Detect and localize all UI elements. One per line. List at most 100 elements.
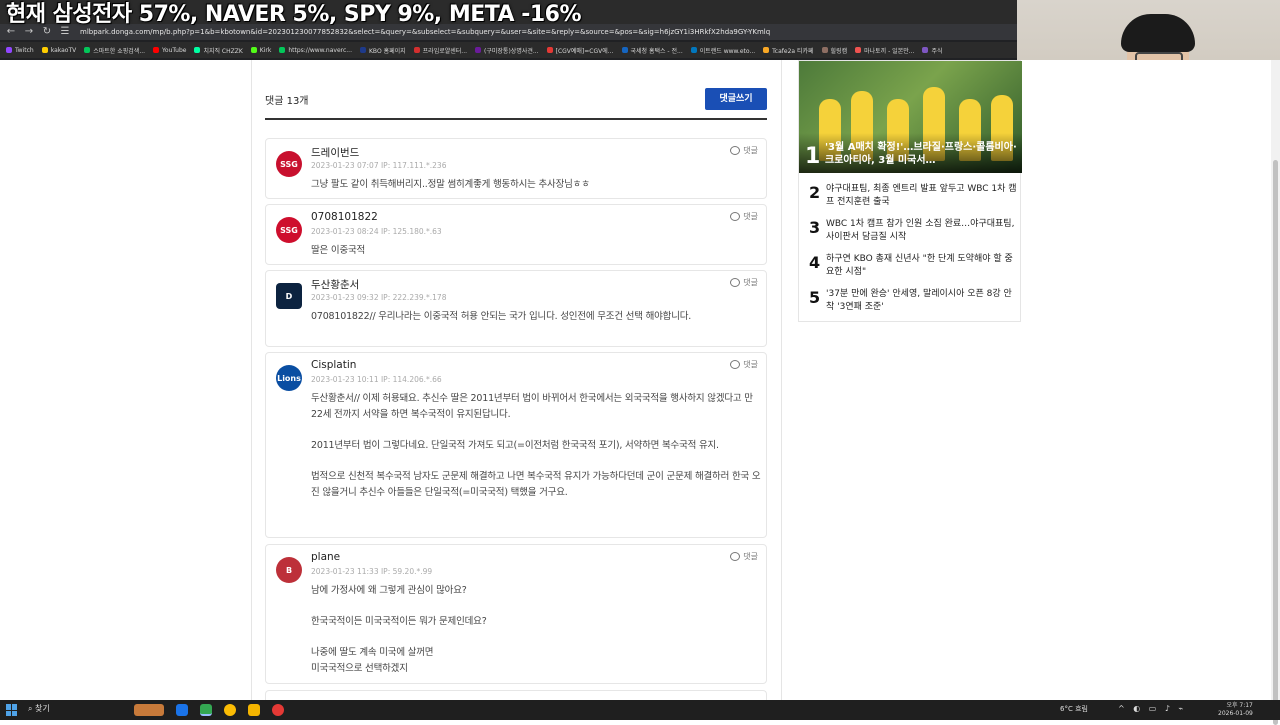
hometax-icon [621,47,628,53]
comment-meta: 2023-01-23 07:07 IP: 117.111.*.236 [311,161,447,170]
comment-author[interactable]: 두산황춘서 [311,277,359,292]
bookmark[interactable]: Twitch [6,47,34,54]
streamer-hair [1121,14,1195,52]
ranking-title[interactable]: '37분 만에 완승' 안세영, 말레이시아 오픈 8강 안착 '3연패 조준' [826,288,1018,314]
comment-item: SSG 드레이번드 2023-01-23 07:07 IP: 117.111.*… [265,138,767,199]
bookmark[interactable]: 치지직 CHZZK [194,46,243,55]
comment-meta: 2023-01-23 11:33 IP: 59.20.*.99 [311,567,433,576]
ranking-item[interactable]: 2 야구대표팀, 최종 엔트리 발표 앞두고 WBC 1차 캠프 전지훈련 출국 [809,181,1019,211]
comment-author[interactable]: Cisplatin [311,359,356,371]
comment-body: 0708101822// 우리나라는 이중국적 허용 안되는 국가 입니다. 성… [311,311,692,322]
taskbar-clock[interactable]: 오후 7:17 2026-01-09 [1218,702,1253,718]
reply-button[interactable]: 댓글 [730,359,758,370]
start-icon[interactable] [6,704,18,716]
comment-author[interactable]: 드레이번드 [311,145,359,160]
bookmark[interactable]: https://www.naverc... [279,47,352,54]
bookmark-icon [763,47,770,53]
reply-button[interactable]: 댓글 [730,145,758,156]
bookmark-icon [475,47,482,53]
shopping-icon [84,47,91,53]
comment-bubble-icon [730,146,741,155]
kbo-icon [360,47,366,53]
bookmark[interactable]: 주식 [922,46,943,55]
comment-body: 딸은 이중국적 [311,245,366,256]
kakaotv-icon [41,47,48,53]
folder-icon [922,47,929,53]
reply-button[interactable]: 댓글 [730,211,758,222]
ranking-item[interactable]: 3 WBC 1차 캠프 참가 인원 소집 완료…야구대표팀, 사이판서 담금질 … [809,216,1019,246]
page-scrollbar[interactable] [1271,60,1280,725]
rank-number: 3 [809,218,821,237]
folder-icon[interactable] [248,704,260,716]
rank-number: 5 [809,288,821,307]
top-news-title[interactable]: '3월 A매치 확정!'…브라질·프랑스·콜롬비아·크로아티아, 3월 미국서… [825,141,1017,167]
bookmark[interactable]: Kirk [250,47,271,54]
scrollbar-thumb[interactable] [1273,160,1278,725]
comment-bubble-icon [730,552,741,561]
ranking-sidebar: 1 '3월 A매치 확정!'…브라질·프랑스·콜롬비아·크로아티아, 3월 미국… [798,60,1022,322]
comment-meta: 2023-01-23 10:11 IP: 114.206.*.66 [311,375,442,384]
cgv-icon [546,47,553,53]
bookmark-icon [690,47,697,53]
kick-icon [250,47,257,53]
comment-item: Lions Cisplatin 2023-01-23 10:11 IP: 114… [265,352,767,538]
comment-item: B plane 2023-01-23 11:33 IP: 59.20.*.99 … [265,544,767,684]
bookmark[interactable]: 이트랜드 www.eto... [690,46,755,55]
ranking-item[interactable]: 5 '37분 만에 완승' 안세영, 말레이시아 오픈 8강 안착 '3연패 조… [809,286,1019,316]
bookmark-icon [821,47,828,53]
comment-meta: 2023-01-23 08:24 IP: 125.180.*.63 [311,227,442,236]
comments-count: 댓글 13개 [265,96,309,107]
stream-headline-overlay: 현재 삼성전자 57%, NAVER 5%, SPY 9%, META -16% [6,2,582,27]
comment-meta: 2023-01-23 09:32 IP: 222.239.*.178 [311,293,447,302]
reply-button[interactable]: 댓글 [730,277,758,288]
comment-body: 남에 가정사에 왜 그렇게 관심이 많아요? 한국국적이든 미국국적이든 뭐가 … [311,585,487,674]
comment-bubble-icon [730,278,741,287]
bookmark-icon [413,47,420,53]
team-logo-icon: SSG [276,151,302,177]
bookmark[interactable]: 프라임로얄센터... [413,46,467,55]
bookmark[interactable]: Tcafe2a 티카페 [763,46,814,55]
taskbar-app-icon[interactable] [272,704,284,716]
bookmark[interactable]: 힐링캠 [821,46,847,55]
windows-taskbar: ⌕ 찾기 6°C 흐림 ^ ◐ ▭ ♪ ⌁ 오후 7:17 2026-01-09 [0,700,1280,720]
taskbar-app-icon[interactable] [134,704,164,716]
comment-item: D 두산황춘서 2023-01-23 09:32 IP: 222.239.*.1… [265,270,767,347]
bookmark[interactable]: 마나토끼 - 일본만... [855,46,914,55]
team-logo-icon: SSG [276,217,302,243]
weather-widget[interactable]: 6°C 흐림 [1060,704,1088,714]
system-tray-icons[interactable]: ^ ◐ ▭ ♪ ⌁ [1118,704,1186,713]
ranking-item[interactable]: 4 하구연 KBO 총재 신년사 "한 단계 도약해야 할 중요한 시점" [809,251,1019,281]
ranking-title[interactable]: WBC 1차 캠프 참가 인원 소집 완료…야구대표팀, 사이판서 담금질 시작 [826,218,1018,244]
bookmark[interactable]: 국세청 홈택스 - 전... [621,46,683,55]
taskbar-search[interactable]: ⌕ 찾기 [28,703,50,714]
ranking-title[interactable]: 야구대표팀, 최종 엔트리 발표 앞두고 WBC 1차 캠프 전지훈련 출국 [826,183,1018,209]
ranking-title[interactable]: 하구연 KBO 총재 신년사 "한 단계 도약해야 할 중요한 시점" [826,253,1018,279]
chrome-icon[interactable] [200,704,212,716]
taskbar-app-icon[interactable] [176,704,188,716]
comment-bubble-icon [730,360,741,369]
bookmark[interactable]: 스마트한 쇼핑검색... [84,46,145,55]
naver-icon [279,47,286,53]
comments-header: 댓글 13개 댓글쓰기 [265,86,767,120]
bookmark[interactable]: KBO 홈페이지 [360,46,406,55]
bookmark[interactable]: (구미장통)상명사견... [475,46,539,55]
comment-author[interactable]: plane [311,551,340,563]
top-news-thumbnail[interactable]: 1 '3월 A매치 확정!'…브라질·프랑스·콜롬비아·크로아티아, 3월 미국… [799,61,1022,173]
comment-body: 그냥 팔도 같이 취득해버리지..정말 썸히계좋게 행동하시는 추사장님ㅎㅎ [311,179,590,190]
reply-button[interactable]: 댓글 [730,551,758,562]
comment-body: 두산황춘서// 이제 허용돼요. 추신수 딸은 2011년부터 법이 바뀌어서 … [311,393,761,498]
bookmark[interactable]: kakaoTV [41,47,76,54]
team-logo-icon: Lions [276,365,302,391]
comment-author[interactable]: 0708101822 [311,211,378,223]
team-logo-icon: D [276,283,302,309]
bookmark[interactable]: [CGV예매]=CGV에... [546,46,614,55]
write-comment-button[interactable]: 댓글쓰기 [705,88,767,110]
twitch-icon [6,47,12,53]
rank-number: 2 [809,183,821,202]
rank-number: 1 [805,144,821,169]
bookmark-icon [855,47,862,53]
bookmark[interactable]: YouTube [153,47,186,54]
team-logo-icon: B [276,557,302,583]
taskbar-app-icon[interactable] [224,704,236,716]
comment-item: SSG 0708101822 2023-01-23 08:24 IP: 125.… [265,204,767,265]
